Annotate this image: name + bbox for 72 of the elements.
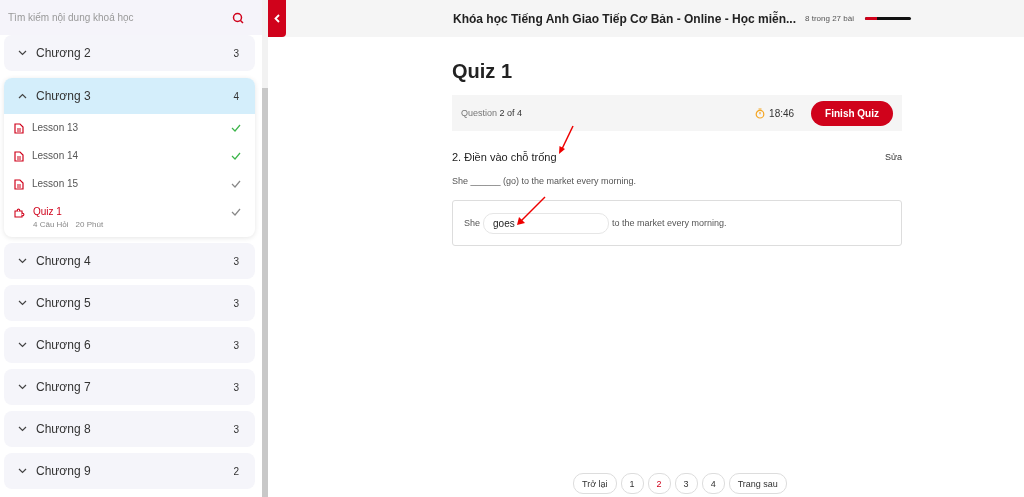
chevron-icon	[18, 426, 27, 432]
search-field[interactable]: Tìm kiếm nội dung khoá học	[0, 0, 262, 35]
timer: 18:46	[769, 107, 795, 119]
chapter-header[interactable]: Chương 5 3	[4, 285, 255, 321]
finish-quiz-button[interactable]: Finish Quiz	[811, 100, 893, 126]
chevron-left-icon	[274, 14, 280, 23]
chapter-header[interactable]: Chương 6 3	[4, 327, 255, 363]
chapter-title: Chương 7	[36, 380, 92, 394]
question-counter: Question 2 of 4	[461, 108, 524, 118]
document-icon	[14, 179, 24, 190]
chapter-title: Chương 2	[36, 46, 92, 60]
chevron-icon	[18, 468, 27, 474]
search-icon[interactable]	[232, 12, 244, 24]
lesson-item[interactable]: Lesson 13	[4, 114, 255, 142]
lesson-count: 3	[233, 423, 239, 435]
lesson-count: 3	[233, 47, 239, 59]
puzzle-icon	[14, 207, 25, 218]
chapter-header[interactable]: Chương 9 2	[4, 453, 255, 489]
page-button[interactable]: 4	[701, 473, 725, 494]
lesson-meta: 20 Phút	[75, 220, 104, 229]
page-button[interactable]: 1	[620, 473, 644, 494]
page-button[interactable]: 3	[674, 473, 698, 494]
lesson-item[interactable]: Lesson 15	[4, 170, 255, 198]
lesson-title: Quiz 1	[33, 206, 63, 217]
question-prompt: She ______ (go) to the market every morning.	[452, 176, 638, 186]
chevron-icon	[18, 384, 27, 390]
chevron-icon	[18, 50, 27, 56]
lesson-count: 3	[233, 297, 239, 309]
lesson-count: 3	[233, 255, 239, 267]
lesson-count: 3	[233, 381, 239, 393]
arrow-annotation	[558, 125, 574, 155]
progress-text: 8 trong 27 bài	[805, 14, 854, 23]
chapter-header[interactable]: Chương 7 3	[4, 369, 255, 405]
answer-field[interactable]: goes	[483, 212, 609, 234]
next-page-button[interactable]: Trang sau	[728, 473, 787, 494]
collapse-button[interactable]	[268, 0, 286, 37]
sentence-text: She	[464, 218, 480, 228]
lesson-count: 4	[233, 90, 239, 102]
previous-page-button[interactable]: Trở lại	[573, 473, 617, 494]
document-icon	[14, 151, 24, 162]
lesson-title: Lesson 15	[32, 178, 80, 189]
question-title: 2. Điền vào chỗ trống	[452, 151, 557, 163]
lesson-item[interactable]: Quiz 1 4 Câu Hỏi 20 Phút	[4, 198, 255, 237]
chapter-header[interactable]: Chương 4 3	[4, 243, 255, 279]
lesson-item[interactable]: Lesson 14	[4, 142, 255, 170]
chapter-title: Chương 8	[36, 422, 92, 436]
quiz-title: Quiz 1	[452, 60, 513, 83]
document-icon	[14, 123, 24, 134]
lesson-title: Lesson 14	[32, 150, 80, 161]
chapter-title: Chương 6	[36, 338, 92, 352]
chevron-icon	[18, 258, 27, 264]
lesson-meta: 4 Câu Hỏi	[33, 220, 69, 229]
scrollbar[interactable]	[262, 0, 268, 497]
edit-link[interactable]: Sửa	[884, 152, 902, 162]
lesson-count: 3	[233, 339, 239, 351]
chevron-icon	[18, 93, 27, 99]
stopwatch-icon	[755, 107, 766, 119]
chapter-header[interactable]: Chương 8 3	[4, 411, 255, 447]
lesson-count: 2	[233, 465, 239, 477]
chapter-title: Chương 9	[36, 464, 92, 478]
chapter-title: Chương 5	[36, 296, 92, 310]
sentence-text: to the market every morning.	[612, 218, 727, 228]
chapter-title: Chương 4	[36, 254, 92, 268]
arrow-annotation	[516, 196, 546, 226]
chevron-icon	[18, 342, 27, 348]
chapter-header[interactable]: Chương 3 4	[4, 78, 255, 114]
page-button[interactable]: 2	[647, 473, 671, 494]
chevron-icon	[18, 300, 27, 306]
course-title: Khóa học Tiếng Anh Giao Tiếp Cơ Bản - Online - Học miễn...	[453, 11, 796, 26]
chapter-header[interactable]: Chương 2 3	[4, 35, 255, 71]
chapter-title: Chương 3	[36, 89, 92, 103]
lesson-title: Lesson 13	[32, 122, 80, 133]
